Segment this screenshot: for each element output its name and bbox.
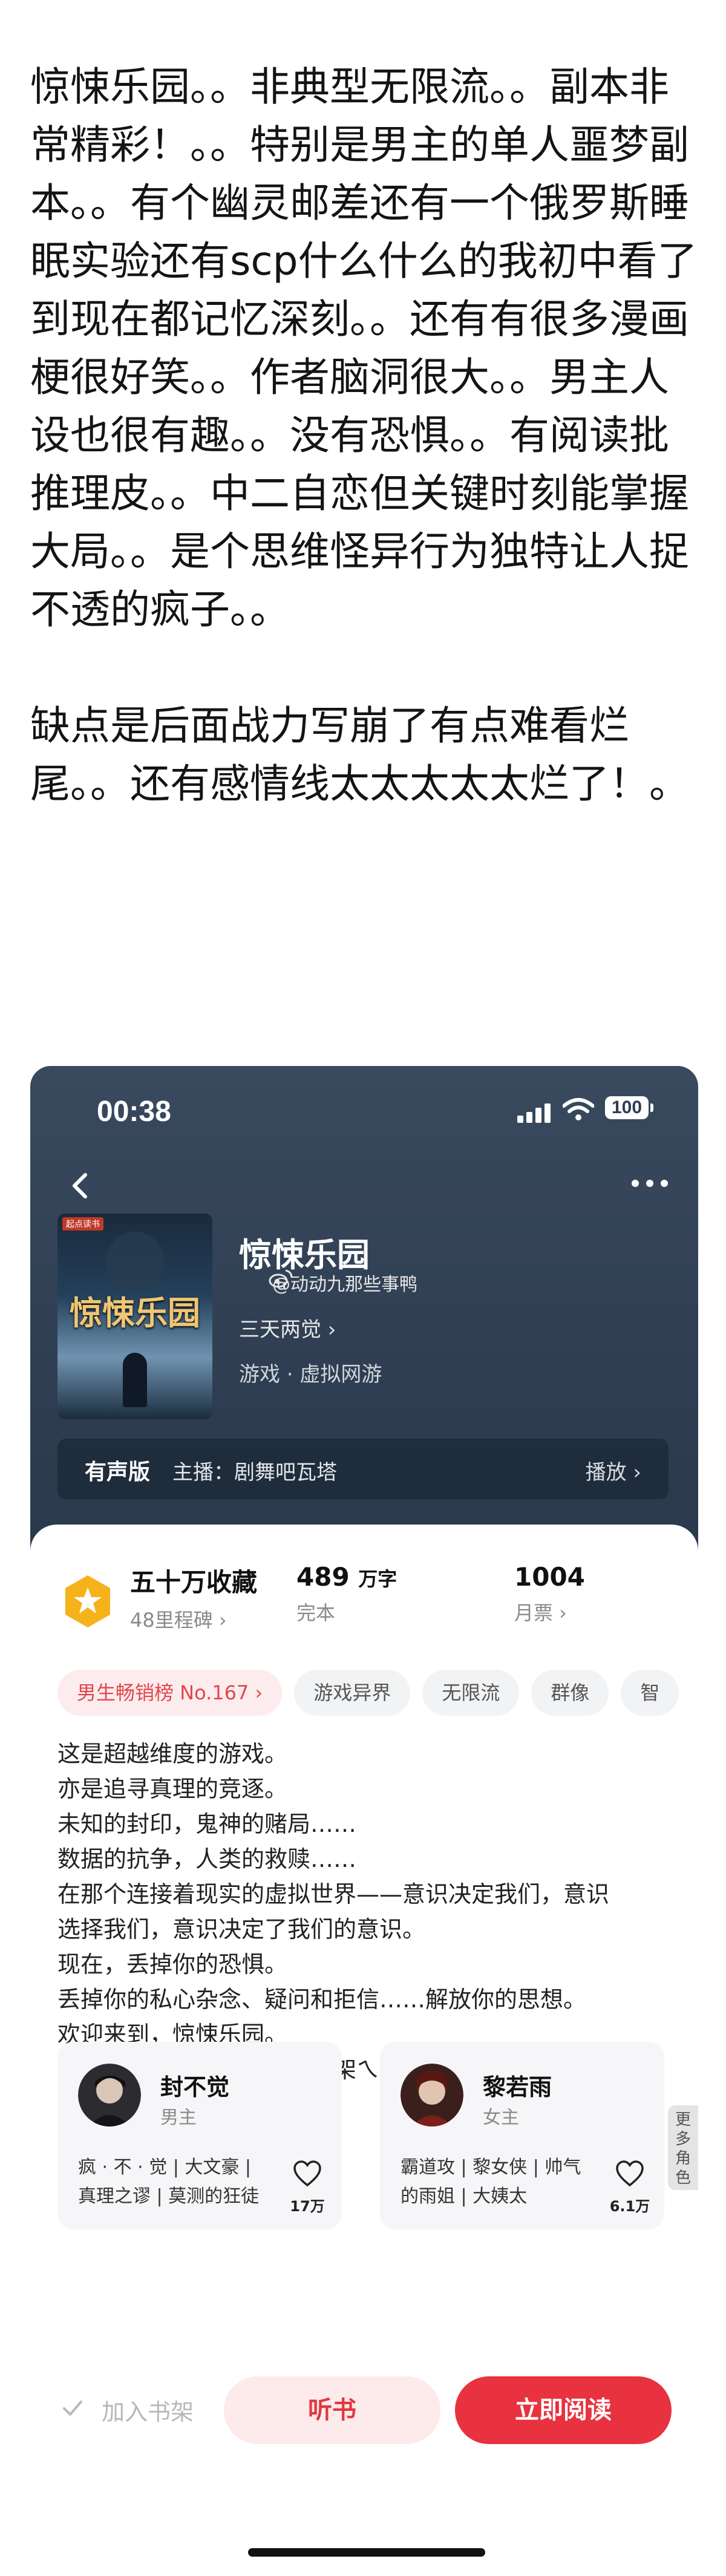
intro-line: 在那个连接着现实的虚拟世界——意识决定我们，意识 <box>57 1881 610 1907</box>
character-desc: 霸道攻 | 黎女侠 | 帅气 的雨姐 | 大姨太 <box>401 2153 600 2211</box>
post-line: 梗很好笑。。作者脑洞很大。。男主人 <box>30 354 669 400</box>
back-icon[interactable] <box>64 1168 100 1204</box>
heart-icon[interactable] <box>292 2160 322 2188</box>
bottom-action-bar: 加入书架 听书 立即阅读 <box>30 2362 698 2576</box>
tickets-value: 1004 <box>514 1562 585 1592</box>
character-name: 黎若雨 <box>483 2074 552 2100</box>
character-card[interactable]: 封不觉 男主 疯 · 不 · 觉 | 大文豪 | 真理之谬 | 莫测的狂徒 17… <box>57 2042 342 2229</box>
intro-line: 现在，丢掉你的恐惧。 <box>57 1951 288 1978</box>
character-desc-line: 真理之谬 | 莫测的狂徒 <box>78 2186 260 2207</box>
like-count: 17万 <box>290 2198 325 2215</box>
words-value: 489 <box>296 1562 350 1592</box>
character-name: 封不觉 <box>160 2074 230 2100</box>
tag-item[interactable]: 群像 <box>531 1670 609 1716</box>
character-card[interactable]: 黎若雨 女主 霸道攻 | 黎女侠 | 帅气 的雨姐 | 大姨太 6.1万 <box>380 2042 664 2229</box>
more-roles-char: 多 <box>675 2130 691 2148</box>
intro-line: 亦是追寻真理的竞逐。 <box>57 1776 288 1802</box>
tag-item[interactable]: 无限流 <box>422 1670 520 1716</box>
watermark: @动动九那些事鸭 <box>272 1274 417 1295</box>
character-desc: 疯 · 不 · 觉 | 大文豪 | 真理之谬 | 莫测的狂徒 <box>78 2153 278 2211</box>
add-to-shelf-button[interactable]: 加入书架 <box>102 2393 194 2427</box>
character-role: 男主 <box>160 2107 197 2128</box>
words-unit: 万字 <box>358 1568 397 1590</box>
character-desc-line: 疯 · 不 · 觉 | 大文豪 | <box>78 2157 252 2178</box>
wifi-icon <box>563 1098 594 1120</box>
intro-line: 数据的抗争，人类的救赎…… <box>57 1846 357 1872</box>
book-header: 00:38 100 起点读书 惊悚乐园 惊悚乐园 @动动九那些事鸭 三天两觉 ›… <box>30 1066 698 1568</box>
post-line: 本。。有个幽灵邮差还有一个俄罗斯睡 <box>30 180 689 226</box>
battery-icon: 100 <box>605 1096 653 1119</box>
post-text: 惊悚乐园。。非典型无限流。。副本非 常精彩！。。特别是男主的单人噩梦副 本。。有… <box>30 58 702 813</box>
book-detail-screenshot: 00:38 100 起点读书 惊悚乐园 惊悚乐园 @动动九那些事鸭 三天两觉 ›… <box>30 1066 698 2576</box>
book-intro: 这是超越维度的游戏。 亦是追寻真理的竞逐。 未知的封印，鬼神的赌局…… 数据的抗… <box>57 1736 675 2087</box>
more-characters-tab[interactable]: 更 多 角 色 <box>668 2105 698 2190</box>
post-line: 常精彩！。。特别是男主的单人噩梦副 <box>30 122 689 168</box>
heart-icon[interactable] <box>615 2160 645 2188</box>
avatar <box>401 2064 463 2127</box>
home-indicator <box>248 2548 485 2557</box>
audiobook-label: 有声版 <box>85 1460 151 1485</box>
audiobook-bar[interactable]: 有声版 主播：剧舞吧瓦塔 播放 › <box>57 1439 669 1499</box>
post-line: 惊悚乐园。。非典型无限流。。副本非 <box>30 64 669 110</box>
tag-item[interactable]: 智 <box>621 1670 679 1716</box>
status-time: 00:38 <box>97 1096 171 1128</box>
character-desc-line: 的雨姐 | 大姨太 <box>401 2186 528 2207</box>
star-badge-icon <box>65 1575 110 1627</box>
more-roles-char: 角 <box>675 2149 691 2168</box>
audiobook-host: 主播：剧舞吧瓦塔 <box>172 1460 337 1485</box>
stat-collections[interactable]: 五十万收藏 48里程碑 › <box>130 1562 257 1633</box>
more-icon[interactable] <box>629 1175 672 1193</box>
cover-title: 惊悚乐园 <box>70 1293 200 1332</box>
more-roles-char: 更 <box>675 2111 691 2129</box>
audiobook-play-link[interactable]: 播放 › <box>586 1456 641 1485</box>
stat-monthly-tickets[interactable]: 1004 月票 › <box>514 1562 585 1626</box>
character-desc-line: 霸道攻 | 黎女侠 | 帅气 <box>401 2157 581 2178</box>
avatar <box>78 2064 141 2127</box>
intro-line: 这是超越维度的游戏。 <box>57 1741 288 1767</box>
tag-row: 男生畅销榜 No.167 › 游戏异界 无限流 群像智 <box>57 1670 698 1718</box>
cover-tag: 起点读书 <box>62 1217 103 1231</box>
post-line: 不透的疯子。。 <box>30 586 290 633</box>
collections-value: 五十万收藏 <box>130 1568 258 1597</box>
stat-words: 489 万字 完本 <box>296 1562 397 1626</box>
character-role: 女主 <box>483 2107 519 2128</box>
post-line: 设也很有趣。。没有恐惧。。有阅读批 <box>30 412 669 459</box>
signal-icon <box>517 1101 554 1123</box>
like-count: 6.1万 <box>609 2198 650 2215</box>
status-bar: 00:38 100 <box>30 1066 698 1157</box>
collections-sub: 48里程碑 › <box>130 1609 227 1632</box>
post-line: 大局。。是个思维怪异行为独特让人捉 <box>30 528 689 575</box>
read-now-button[interactable]: 立即阅读 <box>455 2376 672 2444</box>
tag-item[interactable]: 游戏异界 <box>294 1670 411 1716</box>
listen-button[interactable]: 听书 <box>224 2376 440 2444</box>
book-cover[interactable]: 起点读书 惊悚乐园 <box>57 1214 212 1419</box>
post-line: 推理皮。。中二自恋但关键时刻能掌握 <box>30 470 689 517</box>
intro-line: 选择我们，意识决定了我们的意识。 <box>57 1916 426 1943</box>
post-line: 缺点是后面战力写崩了有点难看烂 <box>30 702 629 749</box>
intro-line: 丢掉你的私心杂念、疑问和拒信……解放你的思想。 <box>57 1986 587 2013</box>
more-roles-char: 色 <box>675 2169 691 2187</box>
words-sub: 完本 <box>296 1601 336 1624</box>
tag-rank[interactable]: 男生畅销榜 No.167 › <box>57 1670 283 1716</box>
book-genre: 游戏 · 虚拟网游 <box>239 1362 382 1387</box>
post-line: 到现在都记忆深刻。。还有有很多漫画 <box>30 296 689 342</box>
tickets-sub: 月票 › <box>514 1601 567 1624</box>
check-icon <box>63 2401 82 2416</box>
intro-line: 未知的封印，鬼神的赌局…… <box>57 1811 357 1837</box>
post-line: 尾。。还有感情线太太太太太烂了！。 <box>30 760 689 807</box>
post-line: 眠实验还有scp什么什么的我初中看了 <box>30 238 698 284</box>
author-link[interactable]: 三天两觉 › <box>239 1313 336 1342</box>
